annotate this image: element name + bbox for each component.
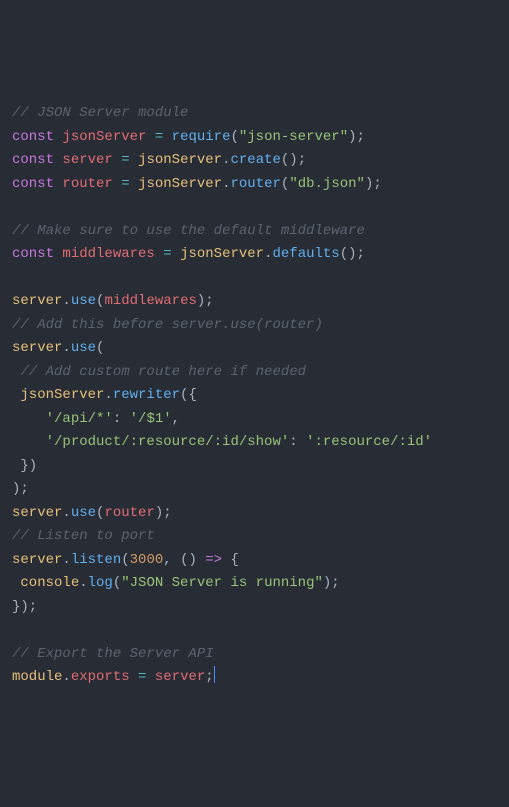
punct: . xyxy=(79,575,87,591)
operator: = xyxy=(163,246,171,262)
punct: , xyxy=(172,411,180,427)
punct: ; xyxy=(205,669,213,685)
string: "JSON Server is running" xyxy=(121,575,323,591)
identifier: middlewares xyxy=(104,293,196,309)
function-call: log xyxy=(88,575,113,591)
function-call: use xyxy=(71,505,96,521)
string: ':resource/:id' xyxy=(306,434,432,450)
comment: // Make sure to use the default middlewa… xyxy=(12,223,365,239)
punct: ); xyxy=(12,481,29,497)
punct: : xyxy=(113,411,121,427)
number: 3000 xyxy=(130,552,164,568)
punct: { xyxy=(231,552,239,568)
string: '/api/*' xyxy=(46,411,113,427)
punct: ( xyxy=(121,552,129,568)
object: server xyxy=(12,552,62,568)
object: jsonServer xyxy=(138,152,222,168)
function-call: listen xyxy=(71,552,121,568)
punct: }) xyxy=(20,458,37,474)
function-call: router xyxy=(230,176,280,192)
punct: (); xyxy=(340,246,365,262)
function-call: require xyxy=(172,129,231,145)
identifier: router xyxy=(62,176,112,192)
arrow: => xyxy=(205,552,222,568)
comment: // JSON Server module xyxy=(12,105,188,121)
object: server xyxy=(12,293,62,309)
punct: . xyxy=(62,552,70,568)
identifier: server xyxy=(155,669,205,685)
keyword: const xyxy=(12,152,54,168)
text-cursor xyxy=(214,666,216,683)
function-call: use xyxy=(71,340,96,356)
object: jsonServer xyxy=(20,387,104,403)
string: "db.json" xyxy=(289,176,365,192)
punct: , () xyxy=(163,552,197,568)
function-call: create xyxy=(230,152,280,168)
punct: ( xyxy=(96,340,104,356)
string: '/$1' xyxy=(130,411,172,427)
punct: . xyxy=(62,505,70,521)
punct: ); xyxy=(155,505,172,521)
keyword: const xyxy=(12,246,54,262)
function-call: defaults xyxy=(272,246,339,262)
comment: // Listen to port xyxy=(12,528,155,544)
keyword: const xyxy=(12,176,54,192)
operator: = xyxy=(121,152,129,168)
punct: ); xyxy=(323,575,340,591)
object: jsonServer xyxy=(138,176,222,192)
identifier: router xyxy=(104,505,154,521)
object: module xyxy=(12,669,62,685)
identifier: jsonServer xyxy=(62,129,146,145)
function-call: rewriter xyxy=(113,387,180,403)
punct: . xyxy=(62,293,70,309)
object: server xyxy=(12,505,62,521)
comment: // Export the Server API xyxy=(12,646,214,662)
property: exports xyxy=(71,669,130,685)
punct: ({ xyxy=(180,387,197,403)
punct: . xyxy=(62,669,70,685)
punct: ); xyxy=(197,293,214,309)
punct: ( xyxy=(113,575,121,591)
punct: . xyxy=(62,340,70,356)
punct: . xyxy=(104,387,112,403)
keyword: const xyxy=(12,129,54,145)
string: '/product/:resource/:id/show' xyxy=(46,434,290,450)
punct: ); xyxy=(365,176,382,192)
object: jsonServer xyxy=(180,246,264,262)
operator: = xyxy=(138,669,146,685)
comment: // Add this before server.use(router) xyxy=(12,317,323,333)
object: console xyxy=(20,575,79,591)
punct: (); xyxy=(281,152,306,168)
string: "json-server" xyxy=(239,129,348,145)
object: server xyxy=(12,340,62,356)
punct: ( xyxy=(230,129,238,145)
operator: = xyxy=(155,129,163,145)
punct: }); xyxy=(12,599,37,615)
identifier: server xyxy=(62,152,112,168)
identifier: middlewares xyxy=(62,246,154,262)
comment: // Add custom route here if needed xyxy=(20,364,306,380)
punct: : xyxy=(289,434,297,450)
operator: = xyxy=(121,176,129,192)
punct: ); xyxy=(348,129,365,145)
code-editor[interactable]: // JSON Server module const jsonServer =… xyxy=(12,102,497,690)
function-call: use xyxy=(71,293,96,309)
